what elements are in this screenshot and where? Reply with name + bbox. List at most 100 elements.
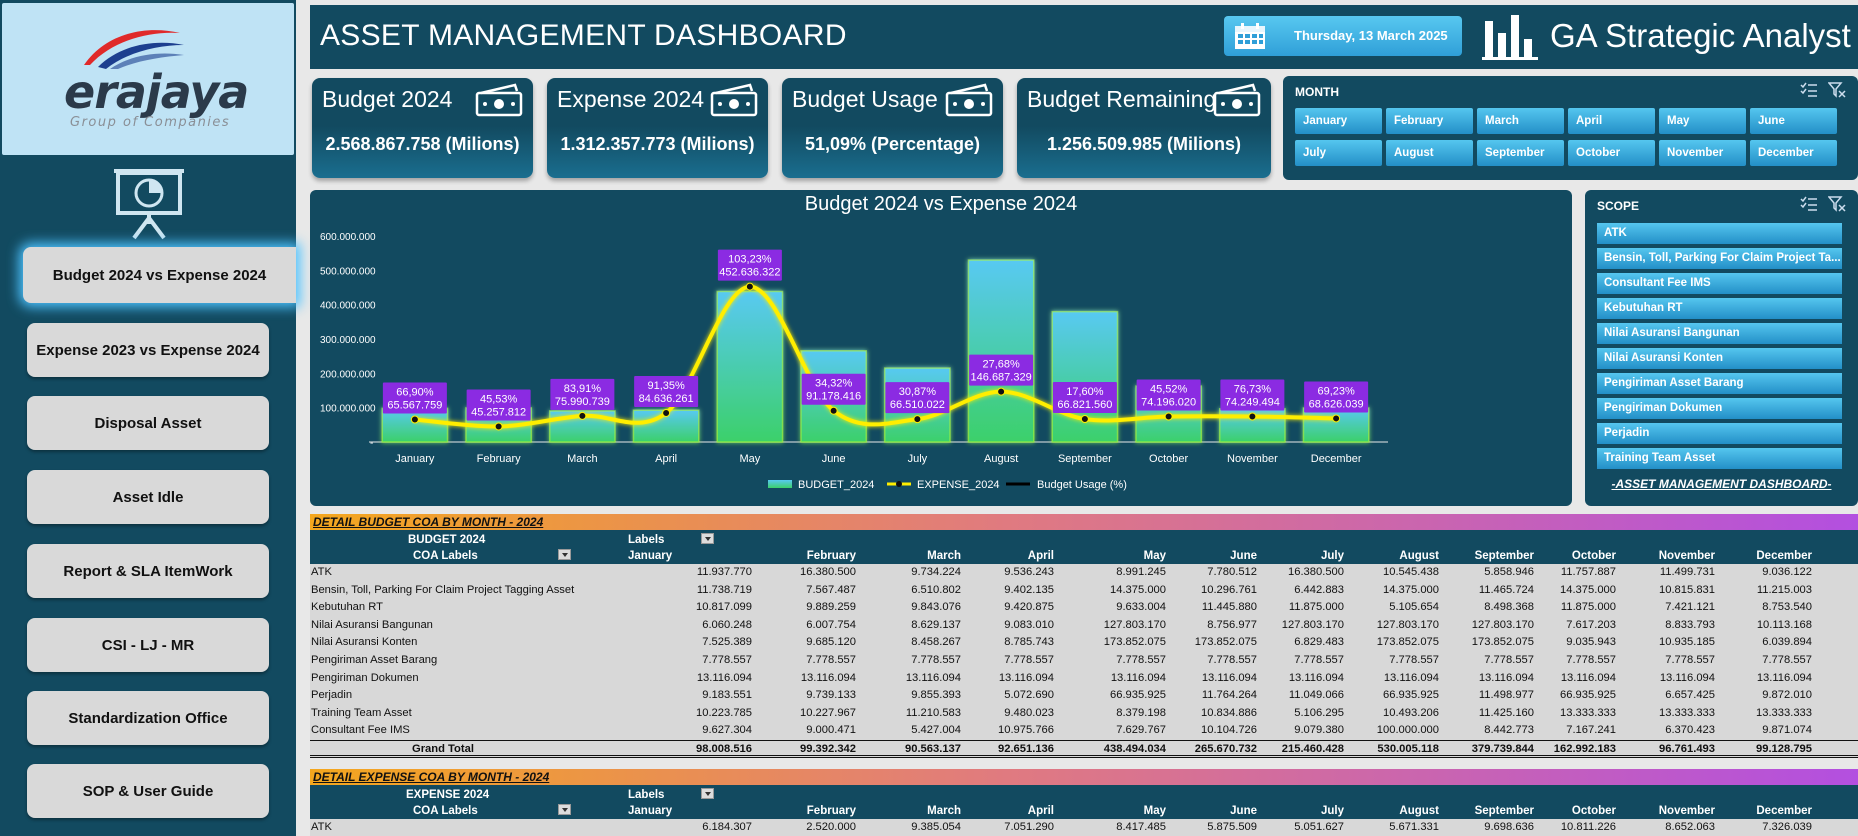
column-filter-button[interactable] bbox=[701, 533, 714, 544]
scope-item[interactable]: Training Team Asset bbox=[1597, 448, 1842, 469]
x-tick-label: October bbox=[1149, 453, 1188, 465]
scope-item[interactable]: Nilai Asuransi Konten bbox=[1597, 348, 1842, 369]
logo-subtitle: Group of Companies bbox=[70, 115, 231, 130]
scope-item[interactable]: Nilai Asuransi Bangunan bbox=[1597, 323, 1842, 344]
cell-value: 8.442.773 bbox=[1484, 724, 1534, 737]
scope-footer-link[interactable]: -ASSET MANAGEMENT DASHBOARD- bbox=[1585, 477, 1858, 491]
month-column-header: October bbox=[1571, 805, 1616, 817]
nav-expense-2023-vs-2024[interactable]: Expense 2023 vs Expense 2024 bbox=[27, 323, 269, 377]
scope-item[interactable]: Consultant Fee IMS bbox=[1597, 273, 1842, 294]
month-column-header: September bbox=[1474, 805, 1534, 817]
month-item[interactable]: October bbox=[1568, 140, 1655, 166]
column-filter-button[interactable] bbox=[701, 788, 714, 799]
row-filter-button[interactable] bbox=[558, 549, 571, 560]
cell-value: 7.629.767 bbox=[1116, 724, 1166, 737]
nav-standardization-office[interactable]: Standardization Office bbox=[27, 691, 269, 745]
scope-item[interactable]: Bensin, Toll, Parking For Claim Project … bbox=[1597, 248, 1842, 269]
multi-select-icon[interactable] bbox=[1800, 82, 1818, 98]
table-row: Nilai Asuransi Bangunan 6.060.248 6.007.75… bbox=[310, 617, 1858, 635]
cell-value: 6.657.425 bbox=[1665, 689, 1715, 702]
logo-swoosh-icon bbox=[84, 30, 184, 69]
nav-csi-lj-mr[interactable]: CSI - LJ - MR bbox=[27, 618, 269, 672]
cell-value: 13.333.333 bbox=[1560, 706, 1616, 719]
nav-asset-idle[interactable]: Asset Idle bbox=[27, 470, 269, 524]
kpi-expense-2024: Expense 2024 1.312.357.773 (Milions) bbox=[547, 78, 768, 178]
nav-disposal-asset[interactable]: Disposal Asset bbox=[27, 396, 269, 450]
data-label: 91,35%84.636.261 bbox=[634, 375, 699, 407]
month-item[interactable]: November bbox=[1659, 140, 1746, 166]
row-filter-button[interactable] bbox=[558, 804, 571, 815]
row-label: Consultant Fee IMS bbox=[311, 724, 410, 737]
month-column-header: July bbox=[1320, 550, 1344, 562]
month-item[interactable]: January bbox=[1295, 108, 1382, 134]
month-item[interactable]: March bbox=[1477, 108, 1564, 134]
month-item[interactable]: May bbox=[1659, 108, 1746, 134]
expense-value-label: 66.821.560 bbox=[1057, 399, 1112, 411]
cell-value: 265.670.732 bbox=[1194, 742, 1257, 755]
month-item[interactable]: September bbox=[1477, 140, 1564, 166]
money-icon bbox=[1213, 83, 1261, 117]
x-tick-label: May bbox=[739, 453, 760, 465]
cell-value: 7.778.557 bbox=[1294, 653, 1344, 666]
pivot-row-header: COA Labels bbox=[413, 805, 478, 817]
month-item[interactable]: August bbox=[1386, 140, 1473, 166]
cell-value: 11.210.583 bbox=[905, 706, 961, 719]
cell-value: 7.778.557 bbox=[1116, 653, 1166, 666]
cell-value: 8.991.245 bbox=[1116, 566, 1166, 578]
cell-value: 11.498.977 bbox=[1478, 689, 1534, 702]
expense-point bbox=[1332, 414, 1341, 423]
y-tick-label: 600.000.000 bbox=[320, 232, 376, 243]
scope-item[interactable]: Perjadin bbox=[1597, 423, 1842, 444]
cell-value: 7.778.557 bbox=[1389, 653, 1439, 666]
scope-item[interactable]: Pengiriman Dokumen bbox=[1597, 398, 1842, 419]
month-item[interactable]: February bbox=[1386, 108, 1473, 134]
cell-value: 5.858.946 bbox=[1484, 566, 1534, 578]
scope-item[interactable]: Kebutuhan RT bbox=[1597, 298, 1842, 319]
chart-title: Budget 2024 vs Expense 2024 bbox=[804, 193, 1078, 215]
cell-value: 13.116.094 bbox=[1110, 671, 1166, 684]
month-item[interactable]: December bbox=[1750, 140, 1837, 166]
cell-value: 9.000.471 bbox=[806, 724, 856, 737]
month-column-header: September bbox=[1474, 550, 1534, 562]
pivot-labels-header: Labels bbox=[628, 534, 665, 546]
cell-value: 11.425.160 bbox=[1478, 706, 1534, 719]
table-row: ATK 6.184.307 2.520.000 9.385.054 7.051.290 8… bbox=[310, 819, 1858, 836]
nav-sop-user-guide[interactable]: SOP & User Guide bbox=[27, 764, 269, 818]
scope-item[interactable]: ATK bbox=[1597, 223, 1842, 244]
row-label: Perjadin bbox=[311, 689, 353, 702]
cell-value: 11.875.000 bbox=[1288, 601, 1344, 614]
x-tick-label: January bbox=[395, 453, 435, 465]
cell-value: 11.049.066 bbox=[1288, 689, 1344, 702]
cell-value: 438.494.034 bbox=[1103, 742, 1166, 755]
clear-filter-icon[interactable] bbox=[1828, 196, 1846, 212]
data-label: 17,60%66.821.560 bbox=[1052, 382, 1117, 414]
cell-value: 5.671.331 bbox=[1389, 821, 1439, 833]
expense-point bbox=[997, 387, 1006, 396]
cell-value: 11.937.770 bbox=[696, 566, 752, 578]
legend-expense-marker bbox=[896, 481, 902, 487]
pivot-value-header: BUDGET 2024 bbox=[408, 534, 486, 546]
month-item[interactable]: July bbox=[1295, 140, 1382, 166]
scope-slicer: SCOPE ATK Bensin, Toll, Parking For Clai… bbox=[1585, 190, 1858, 506]
chart-legend: BUDGET_2024 EXPENSE_2024 Budget Usage (%… bbox=[768, 479, 1127, 491]
cell-value: 16.380.500 bbox=[800, 566, 856, 578]
cell-value: 13.116.094 bbox=[905, 671, 961, 684]
multi-select-icon[interactable] bbox=[1800, 196, 1818, 212]
budget-section-title: DETAIL BUDGET COA BY MONTH - 2024 bbox=[310, 514, 1858, 530]
month-item[interactable]: April bbox=[1568, 108, 1655, 134]
cell-value: 7.778.557 bbox=[1566, 653, 1616, 666]
clear-filter-icon[interactable] bbox=[1828, 82, 1846, 98]
month-item[interactable]: June bbox=[1750, 108, 1837, 134]
expense-value-label: 91.178.416 bbox=[806, 391, 861, 403]
cell-value: 9.402.135 bbox=[1004, 583, 1054, 596]
cell-value: 13.116.094 bbox=[800, 671, 856, 684]
cell-value: 173.852.075 bbox=[1194, 636, 1257, 649]
nav-report-sla[interactable]: Report & SLA ItemWork bbox=[27, 544, 269, 598]
cell-value: 11.499.731 bbox=[1659, 566, 1715, 578]
scope-item[interactable]: Pengiriman Asset Barang bbox=[1597, 373, 1842, 394]
month-column-header: January bbox=[628, 550, 673, 562]
cell-value: 10.545.438 bbox=[1383, 566, 1439, 578]
expense-value-label: 74.196.020 bbox=[1141, 397, 1196, 409]
nav-budget-vs-expense[interactable]: Budget 2024 vs Expense 2024 bbox=[23, 247, 296, 303]
data-label: 103,23%452.636.322 bbox=[717, 249, 782, 281]
